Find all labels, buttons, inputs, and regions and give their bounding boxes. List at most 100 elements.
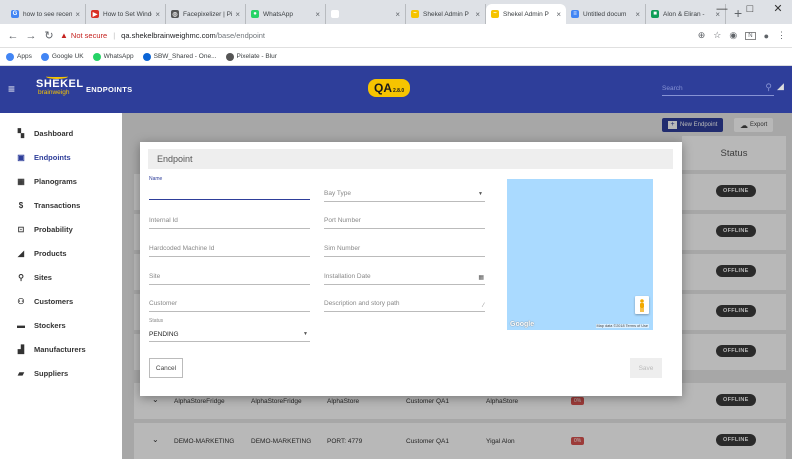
browser-tab[interactable]: ≡ Untitled docum × [566,4,646,24]
location-pin-icon: ⚲ [18,272,24,282]
not-secure-label: Not secure [70,31,108,40]
status-select[interactable]: Status PENDING ▼ [149,318,310,342]
sidebar-item-endpoints[interactable]: ▣ Endpoints [0,145,122,169]
sidebar-item-probability[interactable]: ⊡ Probability [0,217,122,241]
cancel-button[interactable]: Cancel [149,358,183,378]
bookmark-label: Apps [17,53,32,60]
tab-close-icon[interactable]: × [395,10,400,19]
zoom-icon[interactable]: ⊕ [698,30,706,41]
sidebar-item-label: Sites [34,272,52,282]
browser-tab[interactable]: × [326,4,406,24]
tab-close-icon[interactable]: × [315,10,320,19]
bookmark-label: SBW_Shared - One... [153,53,217,60]
browser-tab[interactable]: ● WhatsApp × [246,4,326,24]
forward-icon[interactable]: → [24,30,38,42]
extension-icon[interactable]: N [745,31,756,40]
app-section-title: ENDPOINTS [86,85,133,94]
bookmark-favicon-icon [92,52,101,61]
search-icon[interactable]: ⚲ [765,82,772,93]
browser-tab[interactable]: Ghow to see recen × [6,4,86,24]
app-search[interactable]: Search ⚲ [662,82,774,96]
bookmark-item[interactable]: WhatsApp [92,52,134,61]
bookmark-item[interactable]: SBW_Shared - One... [142,52,217,61]
back-icon[interactable]: ← [6,30,20,42]
bay-type-select[interactable]: Bay Type ▼ [324,182,485,202]
sidebar-item-stockers[interactable]: ▬ Stockers [0,313,122,337]
probability-icon: ⊡ [17,224,25,234]
reload-icon[interactable]: ↻ [42,29,56,42]
sidebar-item-transactions[interactable]: $ Transactions [0,193,122,217]
calendar-icon[interactable]: ▦ [478,274,484,281]
tab-close-icon[interactable]: × [635,10,640,19]
browser-tab[interactable]: ~ Shekel Admin P × [486,4,566,24]
browser-tab[interactable]: ▶ How to Set Windo × [86,4,166,24]
tab-favicon-icon: ~ [411,10,419,18]
vehicle-icon: ▬ [17,320,25,330]
tab-title: Untitled docum [583,10,627,18]
hardcoded-machine-id-field[interactable]: Hardcoded Machine Id [149,237,310,257]
minimize-button[interactable]: — [708,0,736,20]
installation-date-field[interactable]: Installation Date ▦ [324,265,485,285]
sidebar-item-sites[interactable]: ⚲ Sites [0,265,122,289]
tab-favicon-icon [331,10,339,18]
bookmark-favicon-icon [40,52,49,61]
map-credit[interactable]: Map data ©2018 Terms of Use [595,324,649,328]
tab-close-icon[interactable]: × [75,10,80,19]
internal-id-field[interactable]: Internal Id [149,209,310,229]
sidebar-item-suppliers[interactable]: ▰ Suppliers [0,361,122,385]
sidebar-item-manufacturers[interactable]: ▟ Manufacturers [0,337,122,361]
browser-tab-strip: Ghow to see recen × ▶ How to Set Windo × ◎ Fac… [0,0,792,24]
browser-tab[interactable]: ◎ Facepixelizer | Pi × [166,4,246,24]
products-icon: ◢ [17,248,25,258]
hamburger-menu-icon[interactable]: ≡ [8,82,15,96]
tab-close-icon[interactable]: × [155,10,160,19]
tab-favicon-icon: ● [251,10,259,18]
bookmark-item[interactable]: Pixelate - Blur [225,52,277,61]
customer-field[interactable]: Customer [149,292,310,312]
browser-toolbar-right: ⊕ ☆ ◉ N ● ⋮ [698,30,786,41]
endpoint-dialog: Endpoint Name Bay Type ▼ Internal Id Por… [140,142,682,396]
bookmarks-bar: Apps Google UK WhatsApp SBW_Shared - One...… [0,48,792,66]
bookmark-favicon-icon [225,52,234,61]
tab-close-icon[interactable]: × [475,10,480,19]
browser-tab[interactable]: ~ Shekel Admin P × [406,4,486,24]
environment-badge: QA2.8.0 [368,79,411,97]
port-number-field[interactable]: Port Number [324,209,485,229]
user-avatar-icon[interactable]: ◢ [777,81,784,92]
maximize-button[interactable]: □ [736,0,764,20]
dialog-title: Endpoint [148,149,673,169]
save-button[interactable]: Save [630,358,662,378]
street-view-pegman-icon[interactable] [635,296,649,314]
profile-icon[interactable]: ● [764,31,769,41]
sidebar-item-label: Probability [34,224,73,234]
tab-close-icon[interactable]: × [235,10,240,19]
site-field[interactable]: Site [149,265,310,285]
tab-favicon-icon: ▶ [91,10,99,18]
sidebar-item-label: Manufacturers [34,344,86,354]
sidebar-item-customers[interactable]: ⚇ Customers [0,289,122,313]
sidebar-item-label: Planograms [34,176,77,186]
tab-title: How to Set Windo [103,10,153,18]
star-icon[interactable]: ☆ [713,30,721,41]
menu-icon[interactable]: ⋮ [777,30,786,41]
sidebar-item-products[interactable]: ◢ Products [0,241,122,265]
close-window-button[interactable]: ✕ [764,0,792,20]
camera-icon[interactable]: ◉ [729,30,737,41]
tab-title: Shekel Admin P [423,10,469,18]
bookmark-item[interactable]: Google UK [40,52,84,61]
description-field[interactable]: Description and story path ⁄ [324,292,485,312]
resize-handle-icon[interactable]: ⁄ [483,303,484,309]
planograms-icon: ▦ [17,176,25,186]
name-field[interactable]: Name [149,176,310,200]
bookmark-label: Google UK [51,53,84,60]
bookmark-item[interactable]: Apps [6,52,32,61]
tab-title: Facepixelizer | Pi [183,10,233,18]
sidebar-item-planograms[interactable]: ▦ Planograms [0,169,122,193]
google-map[interactable]: Google Map data ©2018 Terms of Use [507,179,653,330]
sidebar-item-label: Transactions [34,200,81,210]
tab-close-icon[interactable]: × [556,10,561,19]
bookmark-favicon-icon [6,52,14,61]
address-bar[interactable]: ▲ Not secure | qa.shekelbrainweighmc.com… [60,27,698,45]
sidebar-item-dashboard[interactable]: ▚ Dashboard [0,121,122,145]
sim-number-field[interactable]: Sim Number [324,237,485,257]
